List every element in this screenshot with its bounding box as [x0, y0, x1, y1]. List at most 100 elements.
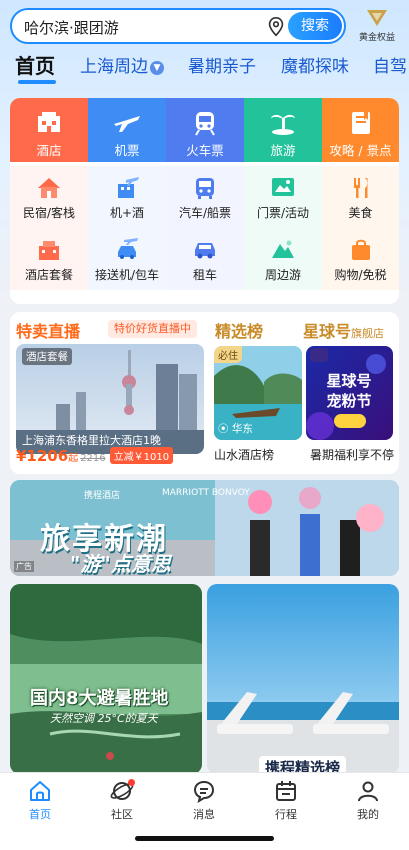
nav-label: 首页 — [29, 808, 51, 821]
guide-book-icon — [351, 112, 370, 134]
bus-icon — [196, 178, 214, 199]
tab-self-drive[interactable]: 自驾 — [373, 52, 407, 77]
tab-food[interactable]: 魔都探味 — [281, 52, 349, 77]
nav-profile[interactable]: 我的 — [338, 779, 398, 822]
nav-label: 我的 — [357, 808, 379, 821]
category-flight[interactable]: 机票 — [88, 98, 166, 162]
category-tabs: 首页 上海周边 ▼ 暑期亲子 魔都探味 自驾 — [0, 50, 409, 88]
ad-banner[interactable]: 携程酒店 MARRIOTT BONVOY 旅享新潮 "游"点意思 广告 — [10, 480, 399, 576]
tab-home[interactable]: 首页 — [15, 50, 55, 79]
tab-label: 上海周边 — [80, 57, 148, 77]
nav-messages[interactable]: 消息 — [174, 779, 234, 822]
price-suffix: 起 — [68, 453, 79, 464]
poster-line2: 宠粉节 — [326, 392, 371, 410]
sub-label: 汽车/船票 — [178, 206, 232, 220]
sub-tickets[interactable]: 门票/活动 — [244, 166, 322, 228]
fork-knife-icon — [353, 178, 367, 198]
selection-caption-2: 暑期福利享不停 — [310, 448, 395, 462]
gold-label: 黄金权益 — [358, 33, 395, 43]
star-flagship-title[interactable]: 星球号旗舰店 — [303, 318, 384, 342]
home-icon — [30, 781, 50, 801]
sub-label: 美食 — [348, 206, 373, 220]
search-text: 哈尔滨·跟团游 — [24, 19, 119, 37]
feed-card-selection[interactable]: 携程精选榜 — [207, 584, 399, 774]
category-label: 旅游 — [270, 143, 296, 158]
sub-nearby-tour[interactable]: 周边游 — [244, 228, 322, 290]
category-tour[interactable]: 旅游 — [244, 98, 322, 162]
sub-car-rental[interactable]: 租车 — [166, 228, 244, 290]
price: ¥1206 — [16, 447, 69, 465]
waterfall-image — [10, 584, 202, 774]
category-label: 攻略 / 景点 — [329, 143, 392, 158]
car-icon — [195, 243, 215, 259]
tab-shanghai-nearby[interactable]: 上海周边 ▼ — [80, 52, 164, 77]
location-label: ⦿ 华东 — [218, 421, 253, 436]
category-train[interactable]: 火车票 — [166, 98, 244, 162]
promo-card: 特卖直播 特价好货直播中 酒店套餐 上海浦东香格里拉大酒店1晚 ¥1206起 22… — [10, 312, 399, 474]
price-row: ¥1206起 2216 立减￥1010 — [16, 446, 206, 466]
must-stay-badge: 必住 — [214, 346, 242, 363]
flight-hotel-icon — [118, 177, 139, 198]
notification-dot — [128, 779, 135, 786]
page-indicator — [10, 294, 399, 304]
map-pin-icon[interactable] — [265, 16, 287, 38]
search-input[interactable]: 哈尔滨·跟团游 搜索 — [10, 8, 346, 44]
location-text: 华东 — [231, 423, 253, 435]
category-guide[interactable]: 攻略 / 景点 — [322, 98, 399, 162]
selection-image-poster[interactable]: 星球号 宠粉节 — [306, 346, 393, 440]
nav-trips[interactable]: 行程 — [256, 779, 316, 822]
nav-community[interactable]: 社区 — [92, 779, 152, 822]
mountain-icon — [272, 240, 294, 258]
ad-brand-ctrip: 携程酒店 — [84, 491, 121, 501]
hotel-package-badge: 酒店套餐 — [22, 348, 72, 365]
discount-badge: 立减￥1010 — [109, 447, 174, 464]
chevron-down-icon: ▼ — [150, 61, 164, 75]
service-grid: 酒店 机票 火车票 旅游 攻略 / 景点 民宿/客栈 机+酒 汽车/船票 门票/… — [10, 98, 399, 304]
feed-card-summer[interactable]: 国内8大避暑胜地 天然空调 25°C的夏天 — [10, 584, 202, 774]
tab-summer-family[interactable]: 暑期亲子 — [188, 52, 256, 77]
star-title-main: 星球号 — [303, 322, 352, 341]
category-label: 机票 — [114, 143, 140, 158]
category-label: 酒店 — [36, 143, 62, 158]
selection-caption-1: 山水酒店榜 — [214, 448, 275, 462]
ad-brand-marriott: MARRIOTT BONVOY — [162, 488, 250, 498]
sub-label: 租车 — [192, 268, 217, 282]
nav-label: 社区 — [111, 808, 133, 821]
sub-label: 民宿/客栈 — [22, 206, 76, 220]
sub-label: 机+酒 — [109, 206, 145, 220]
homestay-icon — [38, 178, 60, 198]
car-plane-icon — [118, 238, 138, 259]
live-tag: 特价好货直播中 — [108, 320, 197, 338]
ad-label: 广告 — [14, 561, 34, 572]
sub-food[interactable]: 美食 — [322, 166, 399, 228]
sub-bus-ferry[interactable]: 汽车/船票 — [166, 166, 244, 228]
gold-diamond-icon — [367, 10, 387, 26]
profile-icon — [358, 781, 378, 802]
selection-title[interactable]: 精选榜 — [215, 318, 263, 342]
ad-subheadline: "游"点意思 — [70, 552, 171, 576]
nav-home[interactable]: 首页 — [10, 779, 70, 822]
sub-label: 购物/免税 — [334, 268, 387, 282]
live-section-title[interactable]: 特卖直播 — [16, 318, 80, 342]
star-poster-image: 星球号 宠粉节 — [306, 346, 393, 440]
selection-image-landscape[interactable]: 必住 ⦿ 华东 — [214, 346, 302, 440]
hotel-package-icon — [39, 241, 59, 260]
sub-flight-hotel[interactable]: 机+酒 — [88, 166, 166, 228]
category-hotel[interactable]: 酒店 — [10, 98, 88, 162]
search-button[interactable]: 搜索 — [288, 12, 342, 40]
search-row: 哈尔滨·跟团游 搜索 黄金权益 — [10, 8, 400, 44]
plane-icon — [114, 116, 140, 132]
nav-label: 消息 — [193, 808, 215, 821]
live-hotel-image[interactable]: 酒店套餐 上海浦东香格里拉大酒店1晚 — [16, 344, 204, 454]
beach-lounge-image — [207, 584, 399, 774]
sub-label: 酒店套餐 — [24, 268, 73, 282]
location-pin-icon: ⦿ — [218, 423, 229, 435]
sub-airport-transfer[interactable]: 接送机/包车 — [88, 228, 166, 290]
gold-membership-button[interactable]: 黄金权益 — [354, 8, 400, 48]
hotel-icon — [38, 112, 60, 132]
ticket-icon — [272, 178, 294, 196]
sub-homestay[interactable]: 民宿/客栈 — [10, 166, 88, 228]
poster-line1: 星球号 — [326, 372, 371, 390]
sub-shopping[interactable]: 购物/免税 — [322, 228, 399, 290]
sub-hotel-package[interactable]: 酒店套餐 — [10, 228, 88, 290]
